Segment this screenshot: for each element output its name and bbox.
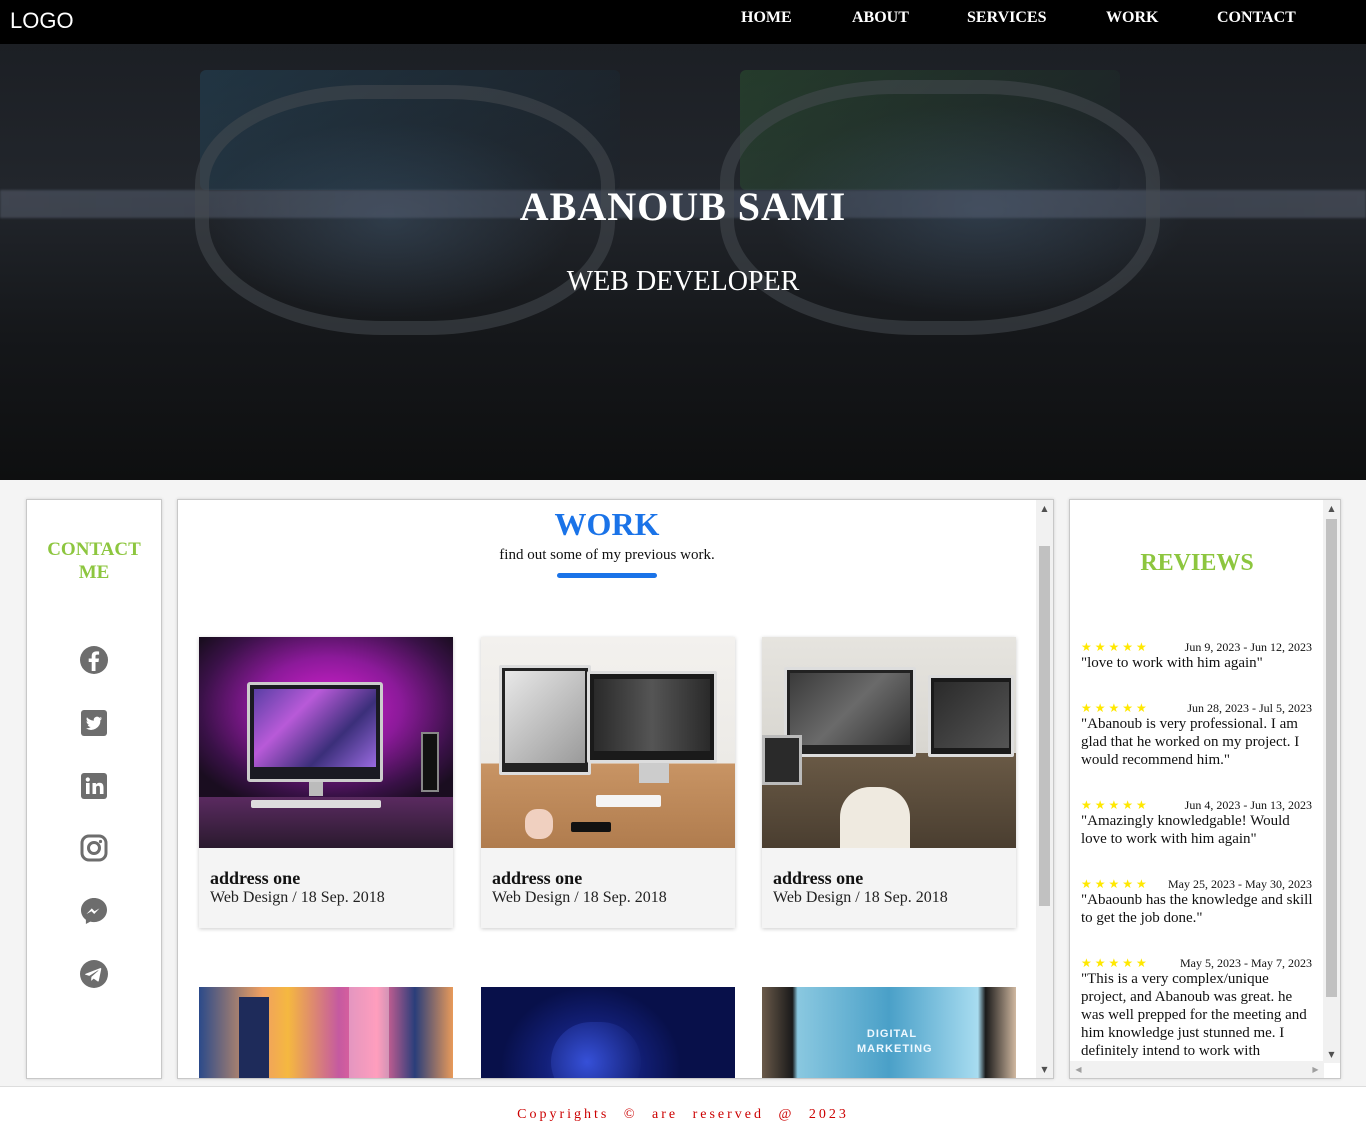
messenger-icon[interactable] <box>78 895 110 927</box>
work-image-colorful-abstract[interactable] <box>199 987 453 1078</box>
star-rating-icon: ★★★★★ <box>1081 956 1150 970</box>
review-text: "Amazingly knowledgable! Would love to w… <box>1081 813 1290 847</box>
scroll-right-arrow-icon[interactable]: ▶ <box>1307 1061 1324 1078</box>
work-image-pink-desk <box>199 637 453 848</box>
work-card-title: address one <box>492 868 583 888</box>
contact-title: CONTACT ME <box>27 538 161 584</box>
review-text: "This is a very complex/unique project, … <box>1081 971 1307 1059</box>
work-image-face-glitter[interactable] <box>481 987 735 1078</box>
contact-panel: CONTACT ME <box>26 499 162 1079</box>
contact-title-line1: CONTACT <box>47 539 141 560</box>
work-card-meta: Web Design / 18 Sep. 2018 <box>210 889 385 906</box>
work-title-underline <box>557 573 657 578</box>
review-date: Jun 4, 2023 - Jun 13, 2023 <box>1184 798 1312 812</box>
review-text: "Abanoub is very professional. I am glad… <box>1081 716 1300 768</box>
logo[interactable]: LOGO <box>10 8 74 34</box>
linkedin-icon[interactable] <box>78 770 110 802</box>
hero-banner: ABANOUB SAMI WEB DEVELOPER <box>0 0 1366 480</box>
work-image-digital-marketing[interactable]: DIGITAL MARKETING <box>762 987 1016 1078</box>
star-rating-icon: ★★★★★ <box>1081 798 1150 812</box>
scroll-up-arrow-icon[interactable]: ▲ <box>1036 500 1053 517</box>
review-date: Jun 28, 2023 - Jul 5, 2023 <box>1187 701 1312 715</box>
scroll-down-arrow-icon[interactable]: ▼ <box>1036 1061 1053 1078</box>
work-card-title: address one <box>210 868 301 888</box>
review-date: Jun 9, 2023 - Jun 12, 2023 <box>1184 640 1312 654</box>
copyright-text: Copyrights © are reserved @ 2023 <box>517 1107 849 1122</box>
nav-contact[interactable]: CONTACT <box>1217 9 1296 27</box>
work-card[interactable]: address one Web Design / 18 Sep. 2018 <box>762 637 1016 928</box>
top-navbar: LOGO HOME ABOUT SERVICES WORK CONTACT <box>0 0 1366 44</box>
reviews-horizontal-scrollbar[interactable]: ◀ ▶ <box>1070 1061 1324 1078</box>
work-subtitle: find out some of my previous work. <box>499 547 715 563</box>
star-rating-icon: ★★★★★ <box>1081 701 1150 715</box>
scroll-up-arrow-icon[interactable]: ▲ <box>1323 500 1340 517</box>
nav-home[interactable]: HOME <box>741 9 792 27</box>
work-image-caption: DIGITAL MARKETING <box>857 1028 933 1055</box>
review-text: "Abaounb has the knowledge and skill to … <box>1081 892 1313 926</box>
nav-work[interactable]: WORK <box>1106 9 1158 27</box>
scrollbar-thumb[interactable] <box>1039 546 1050 906</box>
work-image-office-desk <box>481 637 735 848</box>
star-rating-icon: ★★★★★ <box>1081 877 1150 891</box>
work-card[interactable]: address one Web Design / 18 Sep. 2018 <box>199 637 453 928</box>
nav-about[interactable]: ABOUT <box>852 9 909 27</box>
work-card-title: address one <box>773 868 864 888</box>
scroll-down-arrow-icon[interactable]: ▼ <box>1323 1046 1340 1063</box>
telegram-icon[interactable] <box>78 958 110 990</box>
facebook-icon[interactable] <box>78 644 110 676</box>
hero-role: WEB DEVELOPER <box>566 266 800 297</box>
reviews-panel: REVIEWS ★★★★★ Jun 9, 2023 - Jun 12, 2023… <box>1069 499 1341 1079</box>
work-card-meta: Web Design / 18 Sep. 2018 <box>773 889 948 906</box>
reviews-scrollbar[interactable]: ▲ ▼ <box>1323 500 1340 1063</box>
twitter-icon[interactable] <box>78 707 110 739</box>
review-date: May 5, 2023 - May 7, 2023 <box>1180 956 1312 970</box>
contact-title-line2: ME <box>78 562 110 583</box>
hero-name: ABANOUB SAMI <box>519 184 847 229</box>
review-date: May 25, 2023 - May 30, 2023 <box>1168 877 1312 891</box>
review-text: "love to work with him again" <box>1081 655 1263 671</box>
instagram-icon[interactable] <box>78 832 110 864</box>
scroll-left-arrow-icon[interactable]: ◀ <box>1070 1061 1087 1078</box>
reviews-title: REVIEWS <box>1140 550 1254 576</box>
work-image-studio-desk <box>762 637 1016 848</box>
scrollbar-thumb[interactable] <box>1326 519 1337 997</box>
footer: Copyrights © are reserved @ 2023 <box>0 1086 1366 1146</box>
work-title: WORK <box>554 506 660 542</box>
work-card-meta: Web Design / 18 Sep. 2018 <box>492 889 667 906</box>
work-panel: WORK find out some of my previous work. … <box>177 499 1054 1079</box>
nav-services[interactable]: SERVICES <box>967 9 1046 27</box>
work-card[interactable]: address one Web Design / 18 Sep. 2018 <box>481 637 735 928</box>
work-scrollbar[interactable]: ▲ ▼ <box>1036 500 1053 1078</box>
star-rating-icon: ★★★★★ <box>1081 640 1150 654</box>
